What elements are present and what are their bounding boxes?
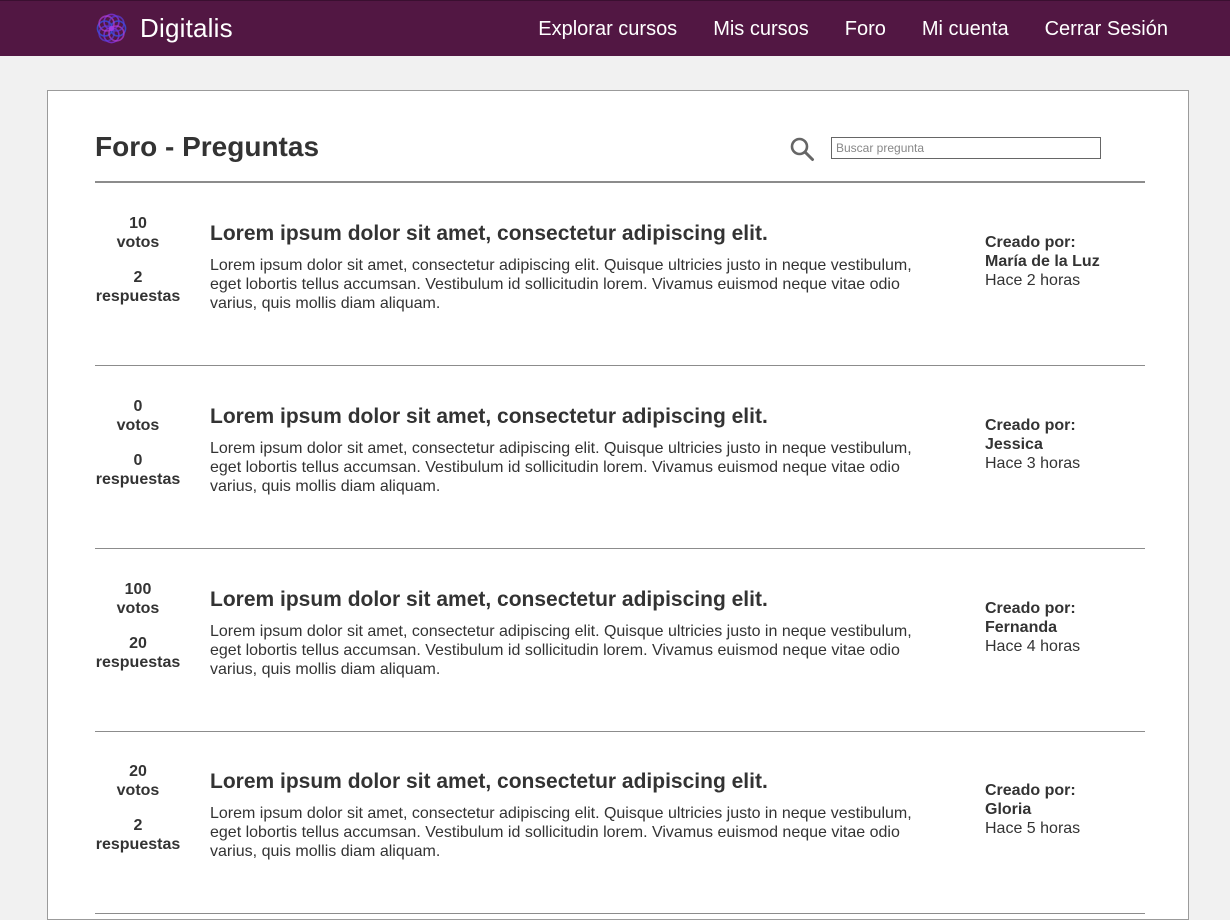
author-name: Fernanda	[985, 619, 1058, 636]
votes-count: 0 votos	[95, 397, 181, 435]
nav-cerrar-sesion[interactable]: Cerrar Sesión	[1045, 18, 1168, 41]
author-label: Creado por:	[985, 600, 1076, 617]
question-item: 0 votos 0 respuestas Lorem ipsum dolor s…	[95, 366, 1145, 549]
main-nav: Explorar cursos Mis cursos Foro Mi cuent…	[538, 1, 1168, 57]
question-body: Lorem ipsum dolor sit amet, consectetur …	[210, 404, 940, 496]
answers-count: 0 respuestas	[95, 451, 181, 489]
question-excerpt: Lorem ipsum dolor sit amet, consectetur …	[210, 623, 912, 678]
answers-label: respuestas	[95, 471, 181, 488]
question-time: Hace 5 horas	[985, 820, 1081, 837]
votes-value: 0	[133, 398, 143, 415]
author-label: Creado por:	[985, 782, 1076, 799]
votes-count: 100 votos	[95, 580, 181, 618]
votes-label: votos	[116, 234, 160, 251]
question-author: Creado por: Jessica Hace 3 horas	[985, 416, 1080, 473]
search-input[interactable]	[831, 137, 1101, 159]
question-author: Creado por: María de la Luz Hace 2 horas	[985, 233, 1100, 290]
question-title[interactable]: Lorem ipsum dolor sit amet, consectetur …	[210, 769, 940, 795]
question-body: Lorem ipsum dolor sit amet, consectetur …	[210, 587, 940, 679]
nav-mis-cursos[interactable]: Mis cursos	[713, 18, 809, 41]
question-time: Hace 3 horas	[985, 455, 1081, 472]
votes-value: 10	[129, 215, 147, 232]
question-time: Hace 2 horas	[985, 272, 1081, 289]
question-title[interactable]: Lorem ipsum dolor sit amet, consectetur …	[210, 221, 940, 247]
question-author: Creado por: Gloria Hace 5 horas	[985, 781, 1080, 838]
question-title[interactable]: Lorem ipsum dolor sit amet, consectetur …	[210, 404, 940, 430]
author-label: Creado por:	[985, 234, 1076, 251]
question-stats: 0 votos 0 respuestas	[95, 397, 181, 489]
search-icon[interactable]	[789, 136, 815, 162]
question-item: 20 votos 2 respuestas Lorem ipsum dolor …	[95, 731, 1145, 914]
author-name: María de la Luz	[985, 253, 1100, 270]
nav-explorar-cursos[interactable]: Explorar cursos	[538, 18, 677, 41]
votes-value: 100	[124, 581, 152, 598]
votes-label: votos	[116, 600, 160, 617]
answers-value: 2	[133, 817, 143, 834]
nav-foro[interactable]: Foro	[845, 18, 886, 41]
brand-name: Digitalis	[140, 13, 233, 43]
answers-value: 0	[133, 452, 143, 469]
question-time: Hace 4 horas	[985, 638, 1081, 655]
question-title[interactable]: Lorem ipsum dolor sit amet, consectetur …	[210, 587, 940, 613]
author-name: Gloria	[985, 801, 1032, 818]
brand-link[interactable]: Digitalis	[95, 12, 233, 45]
answers-label: respuestas	[95, 288, 181, 305]
question-author: Creado por: Fernanda Hace 4 horas	[985, 599, 1080, 656]
question-body: Lorem ipsum dolor sit amet, consectetur …	[210, 221, 940, 313]
page-title: Foro - Preguntas	[95, 131, 320, 162]
top-navbar: Digitalis Explorar cursos Mis cursos For…	[0, 0, 1230, 56]
answers-value: 2	[133, 269, 143, 286]
votes-label: votos	[116, 782, 160, 799]
question-body: Lorem ipsum dolor sit amet, consectetur …	[210, 769, 940, 861]
answers-label: respuestas	[95, 654, 181, 671]
question-stats: 100 votos 20 respuestas	[95, 580, 181, 672]
answers-count: 2 respuestas	[95, 816, 181, 854]
answers-value: 20	[129, 635, 147, 652]
author-label: Creado por:	[985, 417, 1076, 434]
votes-count: 10 votos	[95, 214, 181, 252]
question-excerpt: Lorem ipsum dolor sit amet, consectetur …	[210, 805, 912, 860]
votes-value: 20	[129, 763, 147, 780]
question-item: 100 votos 20 respuestas Lorem ipsum dolo…	[95, 549, 1145, 732]
question-excerpt: Lorem ipsum dolor sit amet, consectetur …	[210, 440, 912, 495]
question-item: 10 votos 2 respuestas Lorem ipsum dolor …	[95, 183, 1145, 366]
author-name: Jessica	[985, 436, 1043, 453]
question-stats: 10 votos 2 respuestas	[95, 214, 181, 306]
forum-panel: Foro - Preguntas 10 votos 2 respuestas L…	[47, 90, 1189, 920]
question-stats: 20 votos 2 respuestas	[95, 762, 181, 854]
flower-logo-icon	[96, 13, 127, 44]
answers-label: respuestas	[95, 836, 181, 853]
answers-count: 2 respuestas	[95, 268, 181, 306]
votes-count: 20 votos	[95, 762, 181, 800]
answers-count: 20 respuestas	[95, 634, 181, 672]
votes-label: votos	[116, 417, 160, 434]
question-excerpt: Lorem ipsum dolor sit amet, consectetur …	[210, 257, 912, 312]
nav-mi-cuenta[interactable]: Mi cuenta	[922, 18, 1009, 41]
